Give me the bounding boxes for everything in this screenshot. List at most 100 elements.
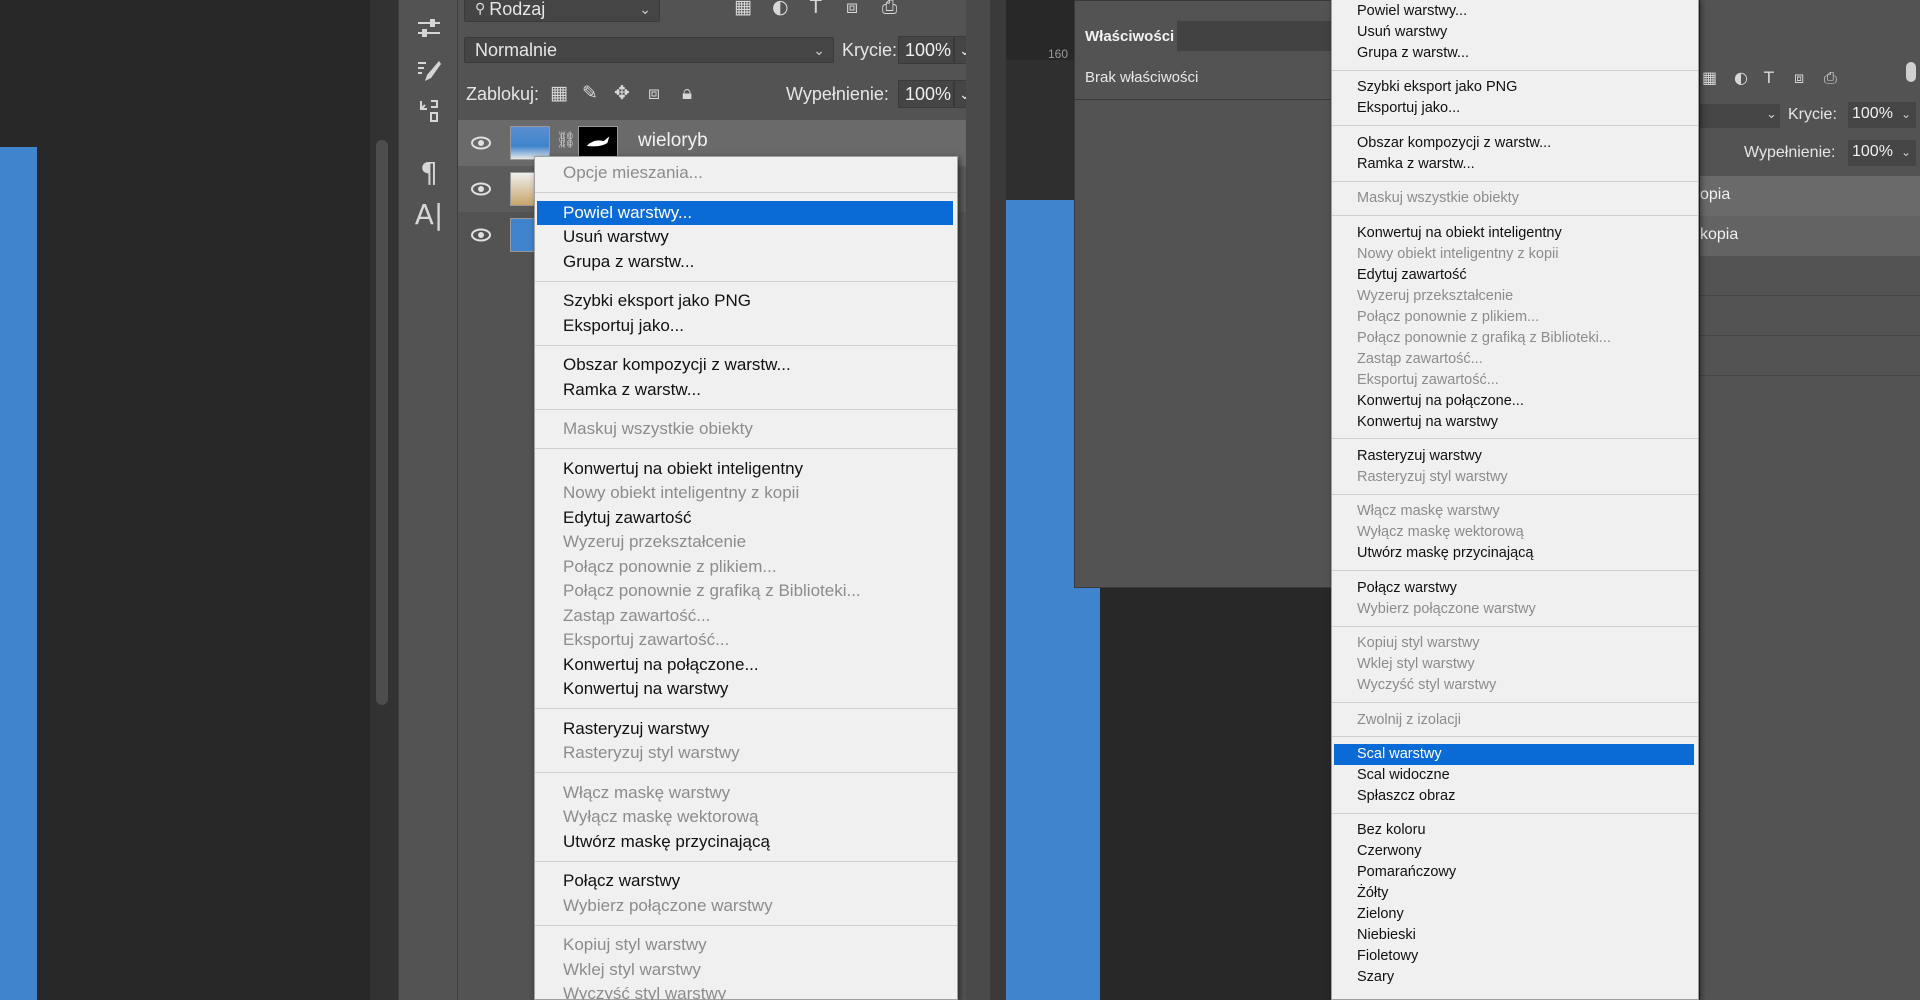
character-icon[interactable]: A| (412, 198, 446, 232)
filter-smart-object-icon[interactable]: ⎙ (1824, 68, 1837, 88)
layer-row[interactable] (1700, 336, 1920, 376)
menu-item[interactable]: Żółty (1332, 883, 1698, 904)
paragraph-icon[interactable]: ¶ (412, 156, 446, 190)
link-chain-icon[interactable]: ⛓ (556, 130, 576, 149)
menu-item[interactable]: Konwertuj na obiekt inteligentny (535, 457, 957, 482)
menu-item[interactable]: Usuń warstwy (1332, 22, 1698, 43)
menu-item[interactable]: Konwertuj na połączone... (1332, 391, 1698, 412)
menu-item[interactable]: Grupa z warstw... (1332, 43, 1698, 64)
canvas-left[interactable] (0, 147, 37, 1000)
blend-mode-select[interactable]: ⌄ (1700, 104, 1780, 128)
blend-mode-label: Normalnie (475, 39, 558, 60)
menu-item[interactable]: Szybki eksport jako PNG (535, 289, 957, 314)
menu-item[interactable]: Połącz warstwy (535, 869, 957, 894)
filter-type-icon[interactable]: T (1764, 68, 1774, 87)
chevron-down-icon: ⌄ (639, 1, 651, 17)
menu-item[interactable]: Edytuj zawartość (535, 506, 957, 531)
menu-item[interactable]: Czerwony (1332, 841, 1698, 862)
lock-artboard-icon[interactable]: ⧈ (648, 82, 660, 104)
menu-item[interactable]: Utwórz maskę przycinającą (1332, 543, 1698, 564)
clone-source-icon[interactable] (412, 94, 446, 128)
menu-item[interactable]: Konwertuj na warstwy (535, 677, 957, 702)
menu-item[interactable]: Rasteryzuj warstwy (535, 717, 957, 742)
opacity-dropdown-icon[interactable]: ⌄ (1898, 102, 1916, 128)
menu-item[interactable]: Ramka z warstw... (535, 378, 957, 403)
opacity-input[interactable]: 100% (898, 36, 954, 64)
menu-item[interactable]: Eksportuj jako... (1332, 98, 1698, 119)
menu-item[interactable]: Szary (1332, 967, 1698, 988)
menu-item[interactable]: Zielony (1332, 904, 1698, 925)
menu-item[interactable]: Scal widoczne (1332, 765, 1698, 786)
filter-shape-icon[interactable]: ⧈ (1794, 68, 1804, 88)
menu-item[interactable]: Obszar kompozycji z warstw... (535, 353, 957, 378)
search-icon: ⚲ (475, 1, 486, 17)
menu-separator (535, 192, 957, 193)
menu-item[interactable]: Pomarańczowy (1332, 862, 1698, 883)
layer-row[interactable]: kopia (1700, 216, 1920, 256)
filter-adjustment-icon[interactable]: ◐ (772, 0, 789, 18)
blend-mode-select[interactable]: Normalnie ⌄ (464, 37, 834, 63)
eye-visibility-icon[interactable] (470, 224, 492, 246)
filter-shape-icon[interactable]: ⧈ (846, 0, 858, 18)
menu-item[interactable]: Obszar kompozycji z warstw... (1332, 133, 1698, 154)
layer-name[interactable]: wieloryb (638, 130, 708, 152)
brush-settings-icon[interactable] (412, 54, 446, 88)
lock-position-move-icon[interactable]: ✥ (614, 82, 630, 104)
menu-item[interactable]: Usuń warstwy (535, 225, 957, 250)
menu-item[interactable]: Konwertuj na warstwy (1332, 412, 1698, 433)
menu-item: Zastąp zawartość... (1357, 350, 1483, 367)
opacity-input[interactable]: 100% (1848, 102, 1898, 128)
filter-pixel-icon[interactable]: ▦ (1702, 68, 1717, 87)
tab-properties[interactable]: Właściwości (1075, 21, 1177, 51)
filter-smart-object-icon[interactable]: ⎙ (882, 0, 897, 18)
menu-item[interactable]: Ramka z warstw... (1332, 154, 1698, 175)
filter-type-icon[interactable]: T (810, 0, 822, 18)
menu-item[interactable]: Utwórz maskę przycinającą (535, 830, 957, 855)
menu-item[interactable]: Eksportuj jako... (535, 314, 957, 339)
filter-toggle[interactable] (1906, 62, 1916, 82)
menu-item[interactable]: Rasteryzuj warstwy (1332, 446, 1698, 467)
eye-visibility-icon[interactable] (470, 132, 492, 154)
fill-input[interactable]: 100% (898, 80, 954, 108)
lock-all-padlock-icon[interactable]: 🔒︎ (682, 82, 692, 104)
menu-item[interactable]: Powiel warstwy... (1332, 1, 1698, 22)
menu-item[interactable]: Grupa z warstw... (535, 250, 957, 275)
menu-item: Kopiuj styl warstwy (563, 935, 707, 954)
layer-row[interactable]: opia (1700, 176, 1920, 216)
menu-item[interactable]: Niebieski (1332, 925, 1698, 946)
menu-separator (535, 280, 957, 282)
left-scrollbar[interactable] (376, 140, 388, 705)
filter-pixel-icon[interactable]: ▦ (734, 0, 752, 18)
menu-item: Nowy obiekt inteligentny z kopii (1357, 245, 1559, 262)
layer-filter-select[interactable]: ⚲ Rodzaj ⌄ (464, 0, 660, 22)
properties-panel: Właściwości Brak właściwości (1074, 0, 1335, 588)
fill-dropdown-icon[interactable]: ⌄ (1898, 140, 1916, 166)
menu-item[interactable]: Scal warstwy (1334, 744, 1694, 765)
layer-mask-thumbnail[interactable] (578, 126, 618, 160)
menu-item: Rasteryzuj styl warstwy (563, 743, 740, 762)
menu-item[interactable]: Bez koloru (1332, 820, 1698, 841)
menu-item: Kopiuj styl warstwy (1357, 635, 1480, 652)
eye-visibility-icon[interactable] (470, 178, 492, 200)
layer-row[interactable] (1700, 256, 1920, 296)
fill-input[interactable]: 100% (1848, 140, 1898, 166)
adjust-sliders-icon[interactable] (412, 12, 446, 46)
menu-item[interactable]: Fioletowy (1332, 946, 1698, 967)
menu-item[interactable]: Edytuj zawartość (1332, 265, 1698, 286)
opacity-label: Krycie: (842, 40, 898, 60)
no-properties-text: Brak właściwości (1085, 69, 1199, 86)
lock-pixels-brush-icon[interactable]: ✎ (582, 82, 598, 104)
menu-item[interactable]: Powiel warstwy... (537, 200, 953, 225)
layer-context-menu: Opcje mieszania... Powiel warstwy... Usuń … (534, 156, 958, 1000)
menu-item: Nowy obiekt inteligentny z kopii (563, 483, 800, 502)
menu-item[interactable]: Połącz warstwy (1332, 578, 1698, 599)
layer-row[interactable] (1700, 296, 1920, 336)
filter-adjustment-icon[interactable]: ◐ (1734, 68, 1748, 87)
layer-thumbnail[interactable] (510, 126, 550, 160)
menu-item[interactable]: Spłaszcz obraz (1332, 786, 1698, 807)
menu-item[interactable]: Szybki eksport jako PNG (1332, 77, 1698, 98)
menu-item[interactable]: Konwertuj na połączone... (535, 653, 957, 678)
lock-transparent-icon[interactable]: ▦ (550, 82, 568, 104)
menu-item[interactable]: Konwertuj na obiekt inteligentny (1332, 223, 1698, 244)
opacity-label: Krycie: (1788, 106, 1837, 123)
